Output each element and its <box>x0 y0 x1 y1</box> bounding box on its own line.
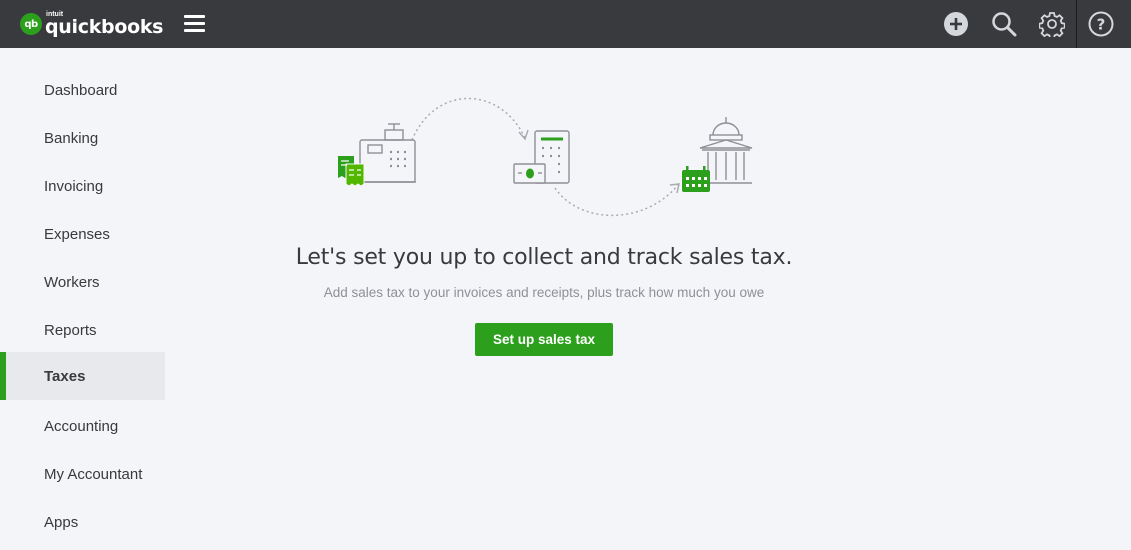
logo-wordmark: intuit quickbooks <box>45 11 164 38</box>
topbar-divider <box>1076 0 1077 48</box>
hamburger-menu-icon[interactable] <box>184 15 205 33</box>
search-icon[interactable] <box>991 11 1017 37</box>
logo-product-name: quickbooks <box>45 16 164 38</box>
plus-circle-icon[interactable] <box>943 11 969 37</box>
sidebar-item-invoicing[interactable]: Invoicing <box>0 162 165 210</box>
sidebar-item-accounting[interactable]: Accounting <box>0 402 165 450</box>
sidebar-nav: Dashboard Banking Invoicing Expenses Wor… <box>0 48 165 550</box>
sidebar-item-reports[interactable]: Reports <box>0 306 165 354</box>
calendar-icon <box>682 166 710 192</box>
svg-text:?: ? <box>1097 16 1106 34</box>
page-subline: Add sales tax to your invoices and recei… <box>323 285 765 300</box>
page-headline: Let's set you up to collect and track sa… <box>295 245 793 270</box>
sidebar-item-workers[interactable]: Workers <box>0 258 165 306</box>
calculator-icon <box>513 130 570 184</box>
sidebar-item-taxes[interactable]: Taxes <box>0 352 165 400</box>
top-bar: qb intuit quickbooks ? <box>0 0 1131 48</box>
help-icon[interactable]: ? <box>1088 11 1114 37</box>
sidebar-item-dashboard[interactable]: Dashboard <box>0 66 165 114</box>
quickbooks-logo[interactable]: qb intuit quickbooks <box>20 11 164 38</box>
sidebar-item-expenses[interactable]: Expenses <box>0 210 165 258</box>
sidebar-item-my-accountant[interactable]: My Accountant <box>0 450 165 498</box>
qb-badge-icon: qb <box>20 13 42 35</box>
sidebar-item-apps[interactable]: Apps <box>0 498 165 546</box>
cash-register-icon <box>356 123 416 183</box>
sales-tax-illustration <box>330 90 760 230</box>
gear-icon[interactable] <box>1038 11 1066 40</box>
sidebar-item-banking[interactable]: Banking <box>0 114 165 162</box>
set-up-sales-tax-button[interactable]: Set up sales tax <box>475 323 613 356</box>
